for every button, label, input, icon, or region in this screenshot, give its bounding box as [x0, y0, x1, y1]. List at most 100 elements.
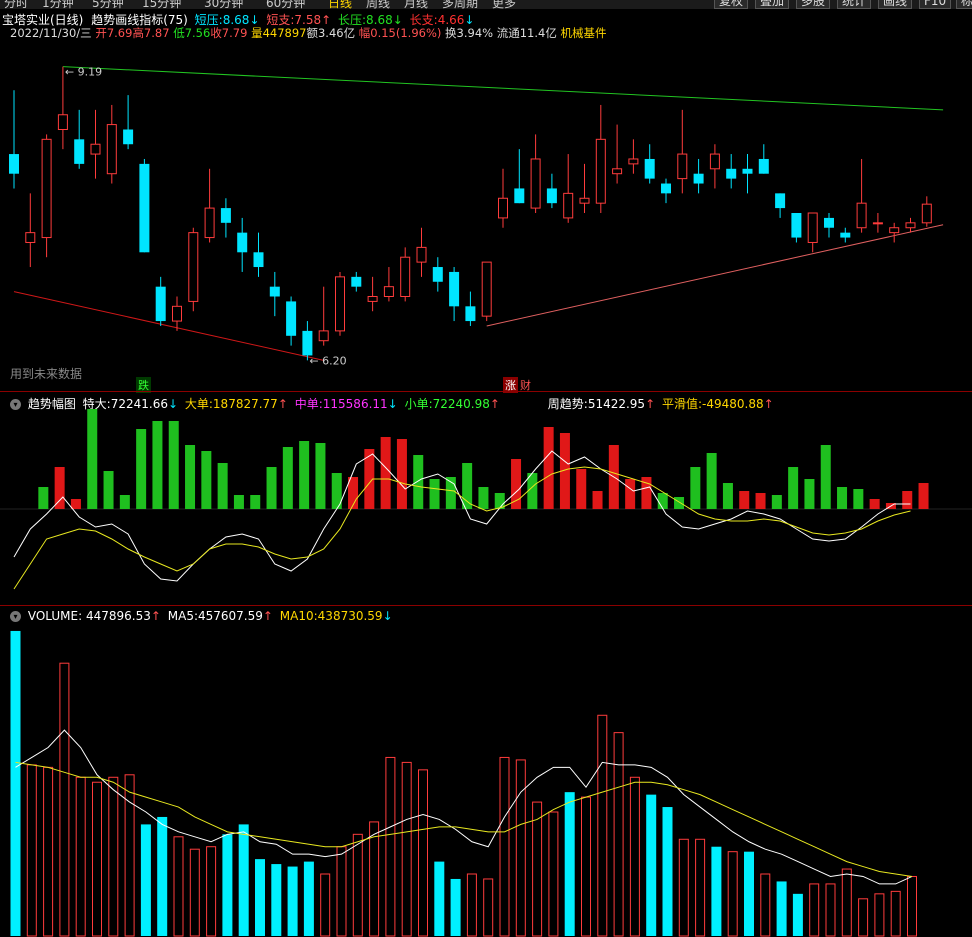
candle-body [302, 330, 313, 356]
volume-bar [92, 781, 102, 937]
volume-bar [792, 893, 803, 936]
trend-bar [396, 439, 407, 509]
candle-body [905, 222, 916, 229]
toolbar-button-4[interactable]: 画线 [878, 0, 913, 9]
ma5-label: MA5: [167, 609, 198, 623]
tab-period-7[interactable]: 周线 [366, 0, 390, 9]
quote-high: 高7.87 [132, 26, 170, 40]
chevron-down-icon[interactable]: ▾ [10, 611, 21, 622]
trend-bar [771, 495, 782, 509]
tab-period-10[interactable]: 更多 [492, 0, 516, 9]
volume-bar [532, 801, 543, 937]
trend-bar [690, 467, 701, 509]
volume-bar [548, 811, 559, 937]
candle-body [220, 208, 231, 223]
tab-period-0[interactable]: 分时 [4, 0, 28, 9]
candle-body [498, 197, 508, 219]
trend-bar [87, 409, 98, 509]
trend-bar [706, 453, 717, 509]
candle-body [579, 197, 590, 204]
trend-bar [250, 495, 261, 509]
volume-bar [499, 756, 510, 937]
volume-bar [336, 846, 347, 937]
toolbar-button-2[interactable]: 多股 [796, 0, 831, 9]
toolbar-button-6[interactable]: 标记 [956, 0, 972, 9]
volume-chart[interactable] [0, 624, 972, 937]
trend-bar [119, 495, 130, 509]
arrow-up-icon: ↑ [150, 609, 161, 623]
volume-bar [434, 861, 445, 936]
trend-bar [413, 455, 424, 509]
candle-body [90, 143, 101, 155]
volume-bar [271, 864, 282, 936]
volume-bar [744, 851, 754, 936]
volume-bar [874, 893, 885, 937]
toolbar-button-3[interactable]: 统计 [837, 0, 872, 9]
arrow-up-icon: ↑ [262, 609, 273, 623]
candle-body [237, 232, 248, 253]
tab-period-2[interactable]: 5分钟 [92, 0, 124, 9]
trend-amplitude-chart[interactable] [0, 408, 972, 606]
tab-period-1[interactable]: 1分钟 [42, 0, 74, 9]
volume-bar [10, 630, 21, 936]
volume-bar [646, 794, 657, 936]
candle-body [612, 168, 623, 175]
toolbar-button-1[interactable]: 叠加 [755, 0, 790, 9]
trendline-0 [62, 66, 944, 111]
trend-bar [722, 483, 733, 509]
quote-low: 低7.56 [173, 26, 211, 40]
volume-bar [320, 873, 331, 937]
candle-body [693, 173, 704, 184]
volume-bar [678, 838, 689, 937]
trend-bar [592, 491, 603, 509]
tab-period-6[interactable]: 日线 [328, 0, 352, 9]
candle-body [595, 138, 606, 204]
volume-bar [369, 821, 380, 937]
volume-bar [581, 796, 591, 937]
trend-bar [266, 467, 277, 509]
volume-bar [629, 776, 640, 937]
candle-body [824, 217, 834, 228]
tab-period-3[interactable]: 15分钟 [142, 0, 181, 9]
arrow-down-icon: ↓ [382, 609, 393, 623]
candle-body [74, 139, 85, 164]
tab-period-5[interactable]: 60分钟 [266, 0, 305, 9]
toolbar-button-0[interactable]: 复权 [714, 0, 749, 9]
trend-bar [282, 447, 293, 509]
trend-bar [70, 499, 81, 509]
candle-body [742, 168, 753, 174]
candle-body [335, 276, 345, 332]
volume-bar [760, 873, 771, 937]
candle-body [840, 232, 851, 238]
volume-bar [841, 868, 852, 937]
volume-bar [858, 898, 869, 937]
low-price-label: ← 6.20 [309, 354, 346, 367]
volume-bar [189, 848, 200, 937]
trend-bar [755, 493, 766, 509]
tab-period-8[interactable]: 月线 [404, 0, 428, 9]
quote-turnover: 换3.94% [445, 26, 494, 40]
volume-bar [662, 807, 673, 936]
volume-bar [613, 732, 624, 937]
volume-bar [140, 824, 151, 936]
candle-body [400, 256, 411, 298]
trend-bar [527, 473, 538, 509]
trend-bar [820, 445, 831, 509]
candle-body [563, 192, 574, 219]
candle-body [57, 114, 68, 131]
quote-sector[interactable]: 机械基件 [561, 26, 607, 40]
volume-title[interactable]: VOLUME: [28, 609, 82, 623]
ma5-value: 457607.59 [198, 609, 263, 623]
candlestick-chart[interactable]: ← 9.19 ← 6.20 [0, 40, 972, 392]
panel-separator [0, 605, 972, 606]
candle-body [758, 158, 769, 174]
trend-bar [739, 491, 750, 509]
volume-bar [222, 834, 233, 936]
tab-period-9[interactable]: 多周期 [442, 0, 478, 9]
toolbar-button-5[interactable]: F10 [919, 0, 952, 9]
trend-bar [576, 469, 587, 509]
candle-body [661, 183, 671, 194]
tab-period-4[interactable]: 30分钟 [204, 0, 243, 9]
candle-body [172, 305, 182, 322]
quote-amount: 额3.46亿 [306, 26, 356, 40]
